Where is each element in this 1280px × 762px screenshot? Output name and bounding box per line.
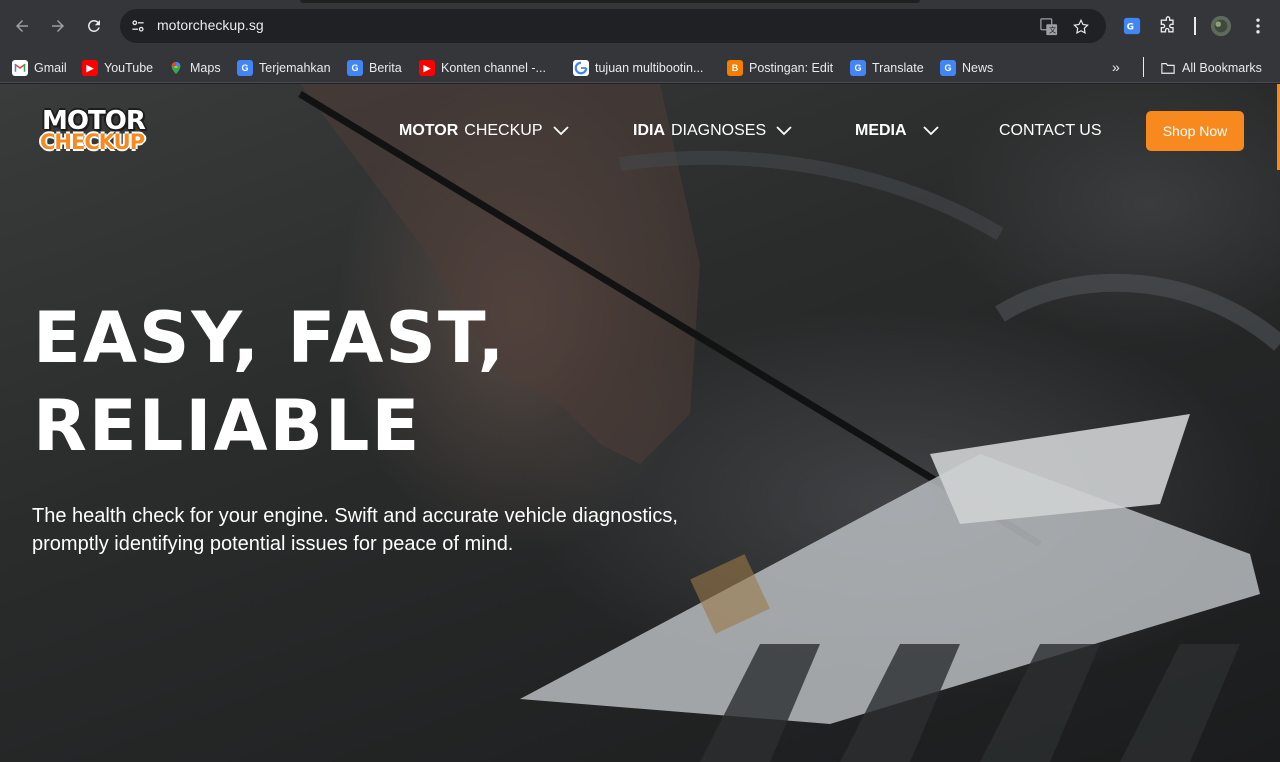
bookmark-tujuan-multiboot[interactable]: tujuan multibootin... bbox=[573, 58, 703, 78]
reload-button[interactable] bbox=[80, 12, 108, 40]
bookmark-berita[interactable]: G Berita bbox=[347, 58, 402, 78]
chevron-down-icon bbox=[552, 126, 569, 136]
hero-subtitle: The health check for your engine. Swift … bbox=[32, 505, 678, 555]
motorcheckup-logo[interactable]: MOTOR CHECKUP bbox=[38, 104, 154, 158]
active-tab-strip bbox=[300, 0, 920, 3]
nav-label-bold: MOTOR bbox=[399, 122, 459, 139]
extensions-puzzle-icon[interactable] bbox=[1156, 14, 1180, 38]
bookmark-label: Postingan: Edit bbox=[749, 61, 834, 75]
bookmarks-divider bbox=[1143, 57, 1144, 77]
bookmarks-bar: Gmail ▶ YouTube Maps G Terjemahkan G Ber… bbox=[0, 52, 1280, 83]
bookmark-label: Translate bbox=[872, 61, 924, 75]
bookmark-gmail[interactable]: Gmail bbox=[12, 58, 67, 78]
bookmark-news[interactable]: G News bbox=[940, 58, 993, 78]
bookmark-terjemahkan[interactable]: G Terjemahkan bbox=[237, 58, 331, 78]
back-button[interactable] bbox=[8, 12, 36, 40]
translate-page-icon[interactable]: 文 bbox=[1038, 16, 1060, 38]
nav-idia-diagnoses[interactable]: IDIA DIAGNOSES bbox=[633, 122, 792, 140]
svg-text:G: G bbox=[1127, 23, 1134, 33]
hero-heading-line-1: EASY, FAST, bbox=[33, 297, 507, 379]
chevron-down-icon bbox=[922, 126, 939, 136]
nav-media[interactable]: MEDIA bbox=[855, 122, 939, 140]
bookmark-label: News bbox=[962, 61, 994, 75]
nav-label: CONTACT US bbox=[999, 122, 1102, 139]
all-bookmarks-label: All Bookmarks bbox=[1182, 61, 1262, 75]
maps-icon bbox=[168, 60, 184, 76]
nav-label-bold: IDIA bbox=[633, 122, 665, 139]
reload-icon bbox=[87, 19, 100, 32]
folder-icon bbox=[1160, 60, 1176, 76]
bookmark-label: Berita bbox=[369, 61, 402, 75]
hero-heading-line-2: RELIABLE bbox=[33, 385, 422, 467]
bookmark-youtube[interactable]: ▶ YouTube bbox=[82, 58, 153, 78]
toolbar-divider bbox=[1194, 17, 1196, 35]
hero-heading: EASY, FAST, RELIABLE bbox=[33, 294, 506, 470]
chevron-down-icon bbox=[776, 126, 792, 136]
back-arrow-icon bbox=[16, 20, 28, 32]
google-icon bbox=[573, 60, 589, 76]
youtube-icon: ▶ bbox=[419, 60, 435, 76]
bookmark-label: Maps bbox=[190, 61, 221, 75]
shop-now-button[interactable]: Shop Now bbox=[1146, 111, 1244, 151]
bookmark-label: Konten channel -... bbox=[441, 61, 546, 75]
kebab-menu-icon[interactable] bbox=[1246, 14, 1270, 38]
profile-avatar[interactable] bbox=[1209, 14, 1233, 38]
forward-button[interactable] bbox=[44, 12, 72, 40]
svg-text:文: 文 bbox=[1049, 25, 1056, 34]
bookmark-postingan-edit[interactable]: B Postingan: Edit bbox=[727, 58, 833, 78]
browser-toolbar: motorcheckup.sg 文 G bbox=[0, 0, 1280, 52]
translate-icon: G bbox=[850, 60, 866, 76]
logo-text-bottom: CHECKUP bbox=[40, 130, 145, 154]
url-text[interactable]: motorcheckup.sg bbox=[157, 17, 264, 33]
site-info-icon[interactable] bbox=[128, 16, 148, 36]
blogger-icon: B bbox=[727, 60, 743, 76]
nav-label: CHECKUP bbox=[464, 122, 543, 139]
gmail-icon bbox=[12, 60, 28, 76]
google-translate-extension-icon[interactable]: G bbox=[1120, 14, 1144, 38]
hero-section: MOTOR CHECKUP MOTOR CHECKUP IDIA DIAGNOS… bbox=[0, 84, 1280, 762]
nav-label: DIAGNOSES bbox=[671, 122, 767, 139]
bookmark-konten-channel[interactable]: ▶ Konten channel -... bbox=[419, 58, 546, 78]
address-bar[interactable]: motorcheckup.sg 文 bbox=[120, 9, 1106, 43]
translate-icon: G bbox=[237, 60, 253, 76]
nav-label-bold: MEDIA bbox=[855, 122, 907, 139]
bookmark-label: YouTube bbox=[104, 61, 154, 75]
youtube-icon: ▶ bbox=[82, 60, 98, 76]
bookmark-maps[interactable]: Maps bbox=[168, 58, 221, 78]
bookmark-label: tujuan multibootin... bbox=[595, 61, 704, 75]
news-icon: G bbox=[347, 60, 363, 76]
bookmark-label: Gmail bbox=[34, 61, 67, 75]
nav-motor-checkup[interactable]: MOTOR CHECKUP bbox=[399, 122, 569, 140]
more-bookmarks-chevron-icon[interactable]: » bbox=[1112, 59, 1120, 75]
bookmark-star-icon[interactable] bbox=[1070, 16, 1092, 38]
bookmark-label: Terjemahkan bbox=[259, 61, 331, 75]
nav-contact-us[interactable]: CONTACT US bbox=[999, 122, 1102, 140]
news-icon: G bbox=[940, 60, 956, 76]
forward-arrow-icon bbox=[52, 20, 64, 32]
bookmark-translate[interactable]: G Translate bbox=[850, 58, 924, 78]
all-bookmarks-button[interactable]: All Bookmarks bbox=[1160, 58, 1262, 78]
